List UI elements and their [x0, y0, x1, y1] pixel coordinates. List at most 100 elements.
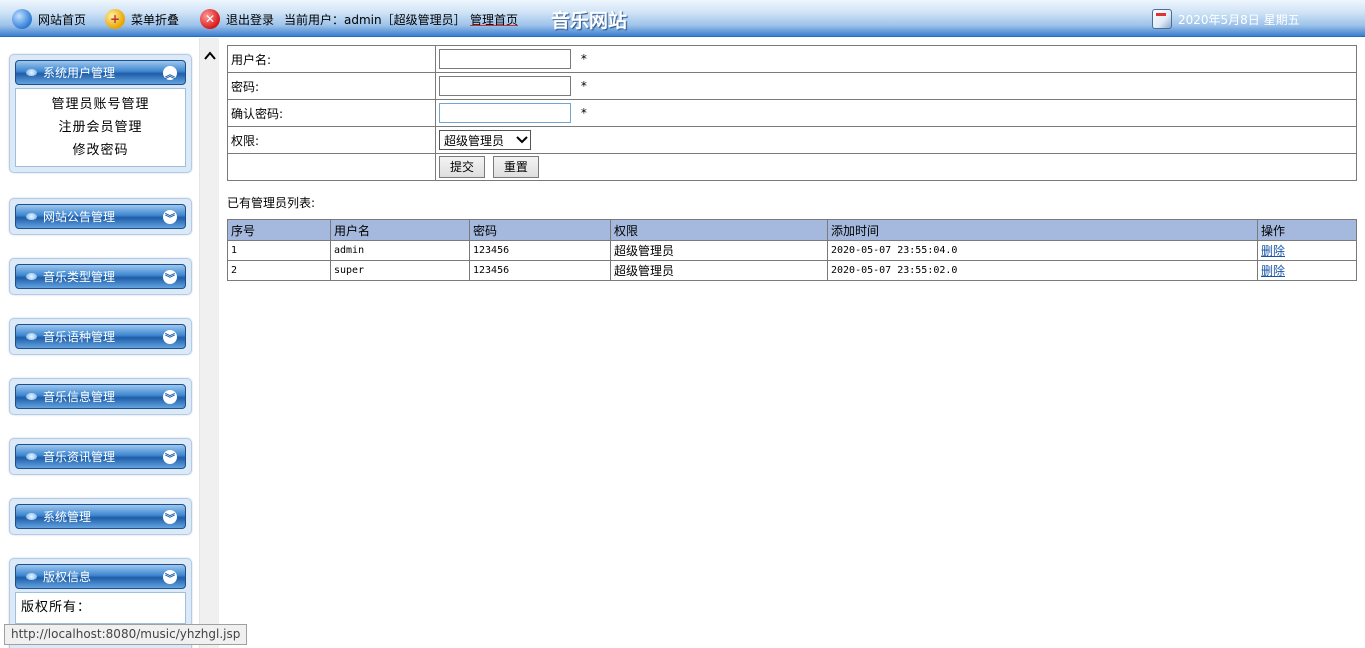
date-text: 2020年5月8日 星期五	[1178, 12, 1300, 27]
chevron-down-icon[interactable]: ︾	[163, 330, 177, 345]
panel-header[interactable]: 音乐资讯管理 ︾	[15, 444, 186, 469]
main-content: 用户名: * 密码: * 确认密码: * 权限: 超级管理员 提交 重置 已有管…	[227, 45, 1357, 281]
menu-collapse-link[interactable]: + 菜单折叠	[105, 9, 179, 29]
bullet-icon	[26, 393, 37, 400]
cell-password: 123456	[469, 240, 611, 261]
table-row: 1 admin 123456 超级管理员 2020-05-07 23:55:04…	[227, 240, 1357, 261]
chevron-up-icon[interactable]	[204, 50, 216, 62]
sidebar-splitter[interactable]	[199, 38, 219, 648]
chevron-down-icon[interactable]: ︾	[163, 450, 177, 465]
panel-title: 音乐语种管理	[43, 330, 116, 344]
panel-music-news: 音乐资讯管理 ︾	[9, 438, 192, 475]
username-input[interactable]	[439, 49, 571, 69]
username-label: 用户名:	[227, 45, 436, 73]
date-display: 2020年5月8日 星期五	[1152, 9, 1300, 29]
panel-title: 音乐类型管理	[43, 270, 116, 284]
panel-body: 版权所有：	[15, 592, 186, 624]
home-link[interactable]: 网站首页	[12, 9, 86, 29]
chevron-down-icon[interactable]: ︾	[163, 510, 177, 525]
cell-role: 超级管理员	[610, 240, 828, 261]
required-mark: *	[580, 106, 587, 120]
admin-home-link[interactable]: 管理首页	[470, 9, 518, 29]
current-user-text: 当前用户：admin［超级管理员］	[284, 12, 466, 27]
copyright-text: 版权所有：	[21, 600, 92, 615]
plus-icon: +	[105, 9, 125, 29]
role-select[interactable]: 超级管理员	[439, 130, 531, 150]
sidebar-item-change-password[interactable]: 修改密码	[16, 139, 185, 162]
password-label: 密码:	[227, 72, 436, 100]
cell-role: 超级管理员	[610, 260, 828, 281]
menu-collapse-label: 菜单折叠	[131, 12, 180, 27]
bullet-icon	[26, 453, 37, 460]
chevron-down-icon[interactable]: ︾	[163, 570, 177, 585]
cell-added-time: 2020-05-07 23:55:04.0	[827, 240, 1258, 261]
cell-added-time: 2020-05-07 23:55:02.0	[827, 260, 1258, 281]
panel-announcements: 网站公告管理 ︾	[9, 198, 192, 235]
submit-button[interactable]: 提交	[439, 156, 486, 178]
panel-title: 网站公告管理	[43, 210, 116, 224]
admin-list-table: 序号 用户名 密码 权限 添加时间 操作 1 admin 123456 超级管理…	[227, 219, 1357, 281]
calendar-icon	[1152, 9, 1172, 29]
column-header: 权限	[610, 219, 828, 241]
column-header: 操作	[1257, 219, 1357, 241]
column-header: 密码	[469, 219, 611, 241]
panel-header[interactable]: 系统用户管理 ︽	[15, 60, 186, 85]
empty-cell	[227, 153, 436, 181]
confirm-password-label: 确认密码:	[227, 99, 436, 127]
required-mark: *	[580, 52, 587, 66]
panel-header[interactable]: 版权信息 ︾	[15, 564, 186, 589]
bullet-icon	[26, 273, 37, 280]
chevron-down-icon[interactable]: ︾	[163, 210, 177, 225]
chevron-down-icon[interactable]: ︾	[163, 390, 177, 405]
panel-header[interactable]: 音乐信息管理 ︾	[15, 384, 186, 409]
panel-header[interactable]: 系统管理 ︾	[15, 504, 186, 529]
bullet-icon	[26, 573, 37, 580]
panel-title: 音乐信息管理	[43, 390, 116, 404]
sidebar-item-members[interactable]: 注册会员管理	[16, 116, 185, 139]
panel-title: 音乐资讯管理	[43, 450, 116, 464]
logout-link[interactable]: ✕ 退出登录	[200, 9, 274, 29]
password-input[interactable]	[439, 76, 571, 96]
panel-title: 系统管理	[43, 510, 92, 524]
column-header: 序号	[227, 219, 331, 241]
required-mark: *	[580, 79, 587, 93]
add-admin-form: 用户名: * 密码: * 确认密码: * 权限: 超级管理员 提交 重置	[227, 45, 1357, 181]
table-header-row: 序号 用户名 密码 权限 添加时间 操作	[227, 219, 1357, 241]
panel-music-info: 音乐信息管理 ︾	[9, 378, 192, 415]
panel-body: 管理员账号管理 注册会员管理 修改密码	[15, 88, 186, 167]
bullet-icon	[26, 213, 37, 220]
panel-title: 系统用户管理	[43, 66, 116, 80]
bullet-icon	[26, 333, 37, 340]
cell-index: 1	[227, 240, 331, 261]
column-header: 用户名	[330, 219, 470, 241]
table-row: 2 super 123456 超级管理员 2020-05-07 23:55:02…	[227, 260, 1357, 281]
panel-music-types: 音乐类型管理 ︾	[9, 258, 192, 295]
globe-icon	[12, 9, 32, 29]
panel-system: 系统管理 ︾	[9, 498, 192, 535]
column-header: 添加时间	[827, 219, 1258, 241]
sidebar-item-admin-accounts[interactable]: 管理员账号管理	[16, 93, 185, 116]
panel-header[interactable]: 音乐语种管理 ︾	[15, 324, 186, 349]
cell-username: admin	[330, 240, 470, 261]
chevron-down-icon[interactable]: ︾	[163, 270, 177, 285]
status-bar-url: http://localhost:8080/music/yhzhgl.jsp	[4, 624, 248, 645]
admin-list-title: 已有管理员列表:	[227, 196, 316, 210]
reset-button[interactable]: 重置	[492, 156, 539, 178]
confirm-password-input[interactable]	[439, 103, 571, 123]
home-link-label: 网站首页	[38, 12, 87, 27]
panel-music-languages: 音乐语种管理 ︾	[9, 318, 192, 355]
bullet-icon	[26, 513, 37, 520]
cell-index: 2	[227, 260, 331, 281]
site-title: 音乐网站	[551, 10, 628, 32]
panel-header[interactable]: 网站公告管理 ︾	[15, 204, 186, 229]
logout-label: 退出登录	[226, 12, 275, 27]
bullet-icon	[26, 69, 37, 76]
delete-link[interactable]: 删除	[1261, 244, 1285, 258]
role-selected-value: 超级管理员	[444, 133, 505, 148]
panel-header[interactable]: 音乐类型管理 ︾	[15, 264, 186, 289]
role-label: 权限:	[227, 126, 436, 154]
sidebar: 系统用户管理 ︽ 管理员账号管理 注册会员管理 修改密码 网站公告管理 ︾ 音乐…	[0, 38, 199, 648]
chevron-up-icon[interactable]: ︽	[163, 66, 177, 81]
delete-link[interactable]: 删除	[1261, 264, 1285, 278]
top-bar: 网站首页 + 菜单折叠 ✕ 退出登录 当前用户：admin［超级管理员］ 管理首…	[0, 0, 1365, 37]
